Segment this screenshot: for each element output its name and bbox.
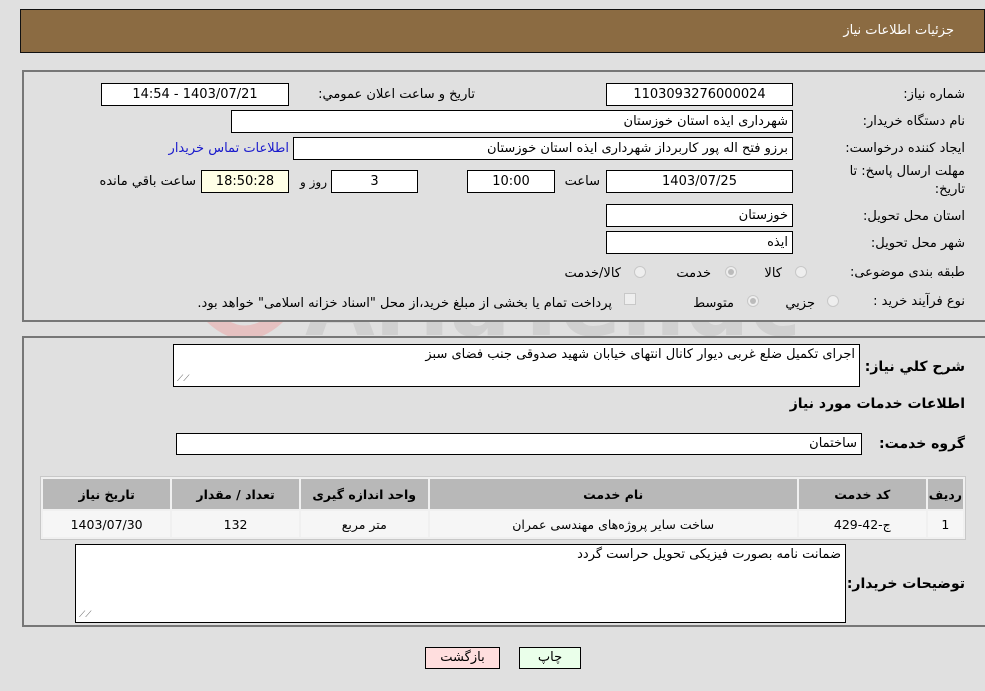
cell-service-code: ج-42-429 [798, 511, 926, 537]
deadline-label-line1: مهلت ارسال پاسخ: تا [849, 164, 965, 179]
deadline-time-field: 10:00 [467, 170, 555, 193]
buyer-org-label: نام دستگاه خریدار: [862, 114, 965, 129]
deadline-label-line2: تاریخ: [934, 182, 965, 197]
requester-label: ایجاد کننده درخواست: [845, 141, 965, 156]
buyer-contact-link[interactable]: اطلاعات تماس خریدار [169, 141, 289, 156]
description-label: شرح کلي نیاز: [864, 359, 965, 375]
delivery-city-field: ایذه [606, 231, 793, 254]
need-number-field: 1103093276000024 [606, 83, 793, 106]
category-option-goods-service: کالا/خدمت [564, 266, 621, 281]
days-label: روز و [300, 175, 327, 189]
category-radio-service[interactable] [725, 266, 737, 278]
purchase-option-medium: متوسط [693, 296, 734, 311]
category-option-service: خدمت [676, 266, 711, 281]
table-header-row: ردیف کد خدمت نام خدمت واحد اندازه گیری ت… [43, 479, 963, 509]
buyer-notes-textarea[interactable]: ضمانت نامه بصورت فیزیکی تحویل حراست گردد… [75, 544, 846, 623]
purchase-radio-minor[interactable] [827, 295, 839, 307]
col-unit: واحد اندازه گیری [300, 479, 428, 509]
col-row-number: ردیف [927, 479, 963, 509]
cell-service-name: ساخت سایر پروژه‌های مهندسی عمران [429, 511, 797, 537]
category-radio-goods[interactable] [795, 266, 807, 278]
cell-unit: متر مربع [300, 511, 428, 537]
purchase-type-label: نوع فرآیند خرید : [873, 294, 965, 309]
treasury-checkbox[interactable] [624, 293, 636, 305]
deadline-time-label: ساعت [564, 174, 600, 189]
time-remaining-field: 18:50:28 [201, 170, 289, 193]
table-row: 1 ج-42-429 ساخت سایر پروژه‌های مهندسی عم… [43, 511, 963, 537]
category-option-goods: کالا [764, 266, 782, 281]
service-group-label: گروه خدمت: [879, 436, 965, 452]
description-text: اجرای تکمیل ضلع غربی دیوار کانال انتهای … [425, 347, 855, 362]
need-info-panel [22, 70, 985, 322]
col-service-name: نام خدمت [429, 479, 797, 509]
category-radio-goods-service[interactable] [634, 266, 646, 278]
print-button[interactable]: چاپ [519, 647, 581, 669]
deadline-date-field: 1403/07/25 [606, 170, 793, 193]
buyer-notes-label: توضیحات خریدار: [846, 576, 965, 592]
delivery-province-label: استان محل تحویل: [863, 209, 965, 224]
col-need-date: تاریخ نیاز [43, 479, 171, 509]
days-remaining-field: 3 [331, 170, 418, 193]
buyer-notes-text: ضمانت نامه بصورت فیزیکی تحویل حراست گردد [577, 547, 841, 562]
cell-need-date: 1403/07/30 [43, 511, 171, 537]
announce-datetime-label: تاریخ و ساعت اعلان عمومي: [318, 87, 475, 102]
purchase-radio-medium[interactable] [747, 295, 759, 307]
purchase-option-minor: جزیي [785, 296, 815, 311]
back-button[interactable]: بازگشت [425, 647, 500, 669]
page-header: جزئیات اطلاعات نیاز [20, 9, 985, 53]
col-service-code: کد خدمت [798, 479, 926, 509]
services-table: ردیف کد خدمت نام خدمت واحد اندازه گیری ت… [40, 476, 966, 540]
col-quantity: تعداد / مقدار [172, 479, 299, 509]
announce-datetime-field: 1403/07/21 - 14:54 [101, 83, 289, 106]
category-label: طبقه بندی موضوعی: [849, 265, 965, 280]
time-remaining-label: ساعت باقي مانده [99, 174, 196, 189]
need-number-label: شماره نیاز: [903, 87, 965, 102]
services-heading: اطلاعات خدمات مورد نیاز [789, 396, 965, 412]
requester-field: برزو فتح اله پور کاربرداز شهرداری ایذه ا… [293, 137, 793, 160]
buyer-org-field: شهرداری ایذه استان خوزستان [231, 110, 793, 133]
delivery-city-label: شهر محل تحویل: [870, 236, 965, 251]
resize-grip-icon[interactable]: ⟋⟋ [79, 610, 92, 620]
page-title: جزئیات اطلاعات نیاز [843, 23, 954, 38]
description-textarea[interactable]: اجرای تکمیل ضلع غربی دیوار کانال انتهای … [173, 344, 860, 387]
cell-row-number: 1 [927, 511, 963, 537]
resize-grip-icon[interactable]: ⟋⟋ [177, 374, 190, 384]
service-group-field: ساختمان [176, 433, 862, 455]
delivery-province-field: خوزستان [606, 204, 793, 227]
treasury-note: پرداخت تمام یا بخشی از مبلغ خرید،از محل … [197, 296, 612, 311]
cell-quantity: 132 [172, 511, 299, 537]
